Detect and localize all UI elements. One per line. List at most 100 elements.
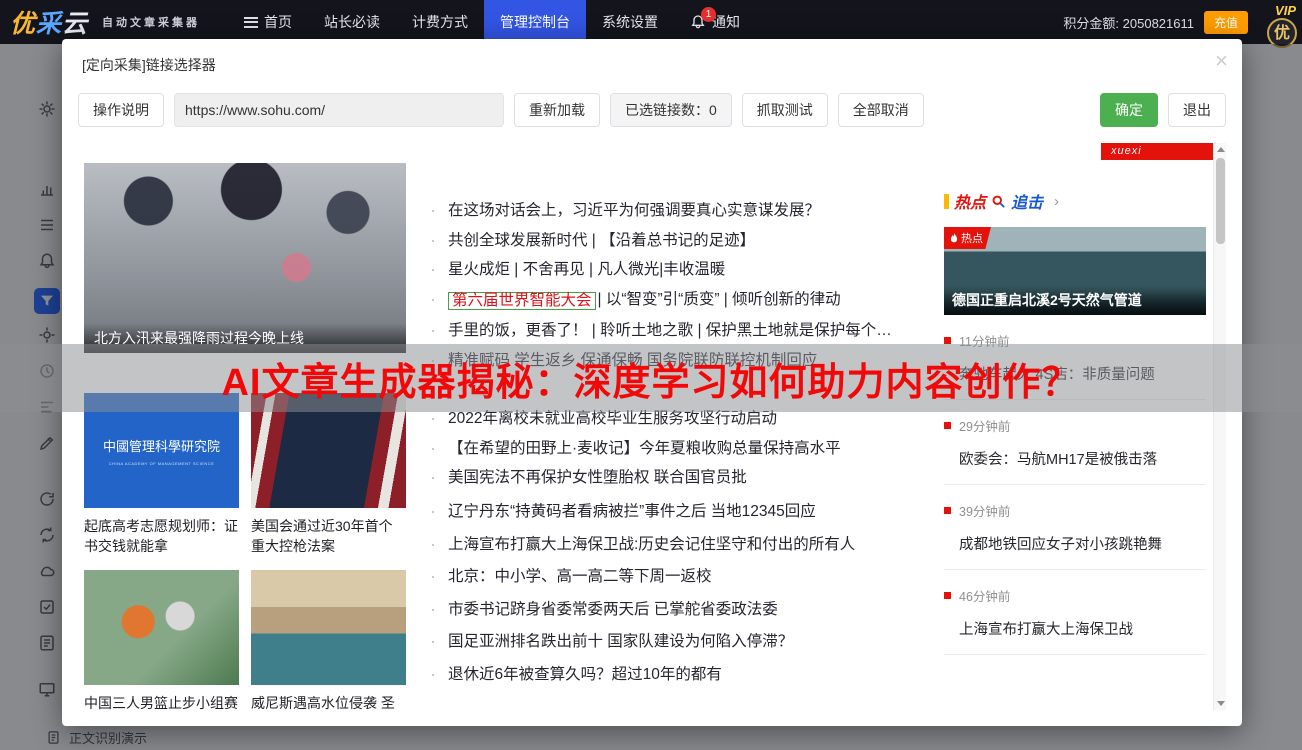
card-caption[interactable]: 起底高考志愿规划师：证书交钱就能拿 <box>84 516 239 556</box>
headline-link[interactable]: 上海宣布打赢大上海保卫战:历史会记住坚守和付出的所有人 <box>448 537 855 553</box>
url-input[interactable] <box>174 93 504 127</box>
app-logo: 优采云 自动文章采集器 <box>10 4 200 40</box>
hot-lead-photo[interactable]: 热点 德国正重启北溪2号天然气管道 <box>944 227 1206 315</box>
headline-link[interactable]: 辽宁丹东“持黄码者看病被拦”事件之后 当地12345回应 <box>448 504 816 520</box>
confirm-button[interactable]: 确定 <box>1100 93 1158 127</box>
scrollbar-thumb[interactable] <box>1216 158 1225 244</box>
nav-item-billing[interactable]: 计费方式 <box>396 0 484 44</box>
nav-item-label: 首页 <box>264 12 292 32</box>
card-caption[interactable]: 美国会通过近30年首个重大控枪法案 <box>251 516 406 556</box>
news-card[interactable]: 美国会通过近30年首个重大控枪法案 <box>251 393 406 570</box>
scroll-up-arrow-icon[interactable] <box>1214 143 1226 156</box>
hot-item-title[interactable]: 上海宣布打赢大上海保卫战 <box>959 618 1206 639</box>
institute-photo[interactable]: 中國管理科學研究院 CHINA ACADEMY OF MANAGEMENT SC… <box>84 393 239 508</box>
hot-lead-caption[interactable]: 德国正重启北溪2号天然气管道 <box>944 285 1206 315</box>
hot-item-title[interactable]: 奔驰车起火 4S店：非质量问题 <box>959 363 1206 384</box>
card-caption[interactable]: 威尼斯遇高水位侵袭 圣 <box>251 693 406 710</box>
scroll-down-arrow-icon[interactable] <box>1214 697 1226 710</box>
headline-link[interactable]: 【在希望的田野上·麦收记】今年夏粮收购总量保持高水平 <box>448 441 841 457</box>
partial-banner: xuexi <box>1101 143 1213 160</box>
logo-char-1: 优 <box>10 10 36 38</box>
recharge-button[interactable]: 充值 <box>1204 11 1248 34</box>
headline-row: ·辽宁丹东“持黄码者看病被拦”事件之后 当地12345回应 <box>430 504 934 520</box>
headline-link[interactable]: 在这场对话会上，习近平为何强调要真心实意谋发展？ <box>448 203 820 219</box>
notification-badge: 1 <box>701 7 716 22</box>
logo-char-2: 采 <box>36 10 62 38</box>
vip-badge: VIP <box>1275 3 1296 18</box>
institute-subtitle: CHINA ACADEMY OF MANAGEMENT SCIENCE <box>109 461 215 466</box>
headline-link[interactable]: 共创全球发展新时代 | 【沿着总书记的足迹】 <box>448 233 755 249</box>
headline-link[interactable]: 国足亚洲排名跌出前十 国家队建设为何陷入停滞？ <box>448 634 793 650</box>
headline-row: ·手里的饭，更香了！ | 聆听土地之歌 | 保护黑土地就是保护每个… <box>430 323 934 339</box>
hot-item-time: 11分钟前 <box>959 331 1009 350</box>
headline-row: ·上海宣布打赢大上海保卫战:历史会记住坚守和付出的所有人 <box>430 537 934 553</box>
grab-test-button[interactable]: 抓取测试 <box>742 93 828 127</box>
headline-link[interactable]: 手里的饭，更香了！ | 聆听土地之歌 | 保护黑土地就是保护每个… <box>448 323 892 339</box>
news-card[interactable]: 中国三人男篮止步小组赛 <box>84 570 239 710</box>
hot-item: 29分钟前 欧委会：马航MH17是被俄击落 <box>944 400 1206 485</box>
hot-item-title[interactable]: 成都地铁回应女子对小孩跳艳舞 <box>959 533 1206 554</box>
lead-photo-caption[interactable]: 北方入汛来最强降雨过程今晚上线 <box>84 323 406 353</box>
top-navbar: 优采云 自动文章采集器 首页 站长必读 计费方式 管理控制台 系统设置 1 通知… <box>0 0 1302 44</box>
webpage-preview: xuexi 北方入汛来最强降雨过程今晚上线 中國管理科學研究院 CHINA AC… <box>78 143 1226 710</box>
bullet-square-icon <box>944 507 951 514</box>
nav-item-settings[interactable]: 系统设置 <box>586 0 674 44</box>
headline-link[interactable]: 2022年离校未就业高校毕业生服务攻坚行动启动 <box>448 411 777 427</box>
credit-amount: 积分金额: 2050821611 <box>1063 13 1194 32</box>
preview-scrollbar[interactable] <box>1213 143 1226 710</box>
chevron-right-icon[interactable]: › <box>1054 193 1059 210</box>
exit-button[interactable]: 退出 <box>1168 93 1226 127</box>
hot-item: 46分钟前 上海宣布打赢大上海保卫战 <box>944 570 1206 655</box>
hot-title-left: 热点 <box>954 189 986 213</box>
headline-row: ·在这场对话会上，习近平为何强调要真心实意谋发展？ <box>430 203 934 219</box>
headline-link[interactable]: 北京：中小学、高一高二等下周一返校 <box>448 569 712 585</box>
headline-row: ·第六届世界智能大会 | 以“智变”引“质变” | 倾听创新的律动 <box>430 292 934 310</box>
selected-headline-link[interactable]: 第六届世界智能大会 <box>448 292 596 310</box>
modal-title: [定向采集]链接选择器 <box>82 57 216 73</box>
headline-link[interactable]: | 以“智变”引“质变” | 倾听创新的律动 <box>598 292 841 308</box>
press-photo[interactable] <box>251 393 406 508</box>
basketball-photo[interactable] <box>84 570 239 685</box>
selected-count-chip: 已选链接数：0 <box>610 93 732 127</box>
headline-row: ·共创全球发展新时代 | 【沿着总书记的足迹】 <box>430 233 934 249</box>
reload-button[interactable]: 重新加载 <box>514 93 600 127</box>
headline-link[interactable]: 市委书记跻身省委常委两天后 已掌舵省委政法委 <box>448 602 778 618</box>
nav-item-console[interactable]: 管理控制台 <box>484 0 586 44</box>
hot-item-title[interactable]: 欧委会：马航MH17是被俄击落 <box>959 448 1206 469</box>
headline-link[interactable]: 退休近6年被查算久吗？超过10年的都有 <box>448 667 722 683</box>
hot-item: 11分钟前 奔驰车起火 4S店：非质量问题 <box>944 315 1206 400</box>
nav-item-webmaster-guide[interactable]: 站长必读 <box>308 0 396 44</box>
hot-item-time: 46分钟前 <box>959 586 1010 605</box>
cancel-all-button[interactable]: 全部取消 <box>838 93 924 127</box>
venice-photo[interactable] <box>251 570 406 685</box>
headline-link[interactable]: 精准赋码 学生返乡 保通保畅 国务院联防联控机制回应 <box>448 353 817 369</box>
headline-row: ·美国宪法不再保护女性堕胎权 联合国官员批 <box>430 470 934 486</box>
nav-item-home[interactable]: 首页 <box>228 0 308 44</box>
flame-icon <box>950 233 958 243</box>
headline-row: ·退休近6年被查算久吗？超过10年的都有 <box>430 667 934 683</box>
card-caption[interactable]: 中国三人男篮止步小组赛 <box>84 693 239 710</box>
news-card[interactable]: 威尼斯遇高水位侵袭 圣 <box>251 570 406 710</box>
link-selector-modal: [定向采集]链接选择器 × 操作说明 重新加载 已选链接数：0 抓取测试 全部取… <box>62 39 1242 726</box>
hot-topics-header: 热点 追击 › <box>944 189 1206 213</box>
news-card[interactable]: 中國管理科學研究院 CHINA ACADEMY OF MANAGEMENT SC… <box>84 393 239 570</box>
hot-title-right: 追击 <box>1011 189 1043 213</box>
nav-item-notifications[interactable]: 1 通知 <box>674 0 756 44</box>
modal-toolbar: 操作说明 重新加载 已选链接数：0 抓取测试 全部取消 确定 退出 <box>62 81 1242 127</box>
logo-subtitle: 自动文章采集器 <box>102 14 200 30</box>
help-button[interactable]: 操作说明 <box>78 93 164 127</box>
bullet-square-icon <box>944 422 951 429</box>
hot-badge-label: 热点 <box>961 230 983 246</box>
headline-row: ·【在希望的田野上·麦收记】今年夏粮收购总量保持高水平 <box>430 441 934 457</box>
headline-row: ·星火成炬 | 不舍再见 | 凡人微光|丰收温暖 <box>430 262 934 278</box>
menu-icon <box>244 17 258 28</box>
lead-photo[interactable]: 北方入汛来最强降雨过程今晚上线 <box>84 163 406 353</box>
headline-link[interactable]: 美国宪法不再保护女性堕胎权 联合国官员批 <box>448 470 747 486</box>
headline-link[interactable]: 星火成炬 | 不舍再见 | 凡人微光|丰收温暖 <box>448 262 725 278</box>
headline-row: ·市委书记跻身省委常委两天后 已掌舵省委政法委 <box>430 602 934 618</box>
headline-row: ·精准赋码 学生返乡 保通保畅 国务院联防联控机制回应 <box>430 353 934 369</box>
close-icon[interactable]: × <box>1215 50 1228 72</box>
headline-row: ·北京：中小学、高一高二等下周一返校 <box>430 569 934 585</box>
yellow-bar-icon <box>944 194 949 209</box>
hot-item: 39分钟前 成都地铁回应女子对小孩跳艳舞 <box>944 485 1206 570</box>
